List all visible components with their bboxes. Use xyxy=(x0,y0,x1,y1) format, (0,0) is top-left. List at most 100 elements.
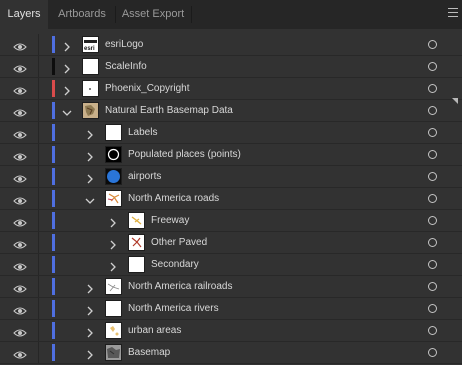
layer-name[interactable]: esriLogo xyxy=(105,34,143,55)
layer-row[interactable]: Labels xyxy=(0,122,462,144)
layer-row[interactable]: Basemap xyxy=(0,342,462,364)
lock-column-divider[interactable] xyxy=(38,298,39,319)
chevron-right-icon[interactable] xyxy=(85,303,95,316)
layer-name[interactable]: Freeway xyxy=(151,210,189,231)
eye-visibility-icon[interactable] xyxy=(13,303,27,315)
layer-row[interactable]: urban areas xyxy=(0,320,462,342)
eye-visibility-icon[interactable] xyxy=(13,259,27,271)
layer-row[interactable]: North America railroads xyxy=(0,276,462,298)
target-circle-icon[interactable] xyxy=(428,40,437,49)
chevron-right-icon[interactable] xyxy=(62,39,72,52)
layer-name[interactable]: Phoenix_Copyright xyxy=(105,78,190,99)
eye-visibility-icon[interactable] xyxy=(13,237,27,249)
lock-column-divider[interactable] xyxy=(38,232,39,253)
target-circle-icon[interactable] xyxy=(428,304,437,313)
target-circle-icon[interactable] xyxy=(428,282,437,291)
layer-name[interactable]: ScaleInfo xyxy=(105,56,147,77)
layer-name[interactable]: Basemap xyxy=(128,342,170,363)
chevron-right-icon[interactable] xyxy=(85,171,95,184)
layer-row[interactable]: airports xyxy=(0,166,462,188)
target-circle-icon[interactable] xyxy=(428,150,437,159)
lock-column-divider[interactable] xyxy=(38,166,39,187)
target-circle-icon[interactable] xyxy=(428,238,437,247)
target-circle-icon[interactable] xyxy=(428,106,437,115)
layer-thumbnail xyxy=(105,322,122,339)
lock-column-divider[interactable] xyxy=(38,320,39,341)
target-circle-icon[interactable] xyxy=(428,216,437,225)
lock-column-divider[interactable] xyxy=(38,342,39,363)
layer-thumbnail: esri xyxy=(82,36,99,53)
layer-row[interactable]: North America roads xyxy=(0,188,462,210)
lock-column-divider[interactable] xyxy=(38,100,39,121)
layer-row[interactable]: Other Paved xyxy=(0,232,462,254)
selection-corner-indicator xyxy=(452,98,458,104)
chevron-right-icon[interactable] xyxy=(108,237,118,250)
target-circle-icon[interactable] xyxy=(428,172,437,181)
target-circle-icon[interactable] xyxy=(428,260,437,269)
chevron-right-icon[interactable] xyxy=(108,259,118,272)
layer-color-indicator xyxy=(52,102,55,119)
chevron-right-icon[interactable] xyxy=(85,149,95,162)
eye-visibility-icon[interactable] xyxy=(13,149,27,161)
chevron-down-icon[interactable] xyxy=(85,193,95,204)
layer-name[interactable]: urban areas xyxy=(128,320,181,341)
eye-visibility-icon[interactable] xyxy=(13,171,27,183)
layer-name[interactable]: North America rivers xyxy=(128,298,219,319)
eye-visibility-icon[interactable] xyxy=(13,61,27,73)
lock-column-divider[interactable] xyxy=(38,188,39,209)
layer-name[interactable]: North America railroads xyxy=(128,276,232,297)
target-circle-icon[interactable] xyxy=(428,348,437,357)
target-circle-icon[interactable] xyxy=(428,84,437,93)
target-circle-icon[interactable] xyxy=(428,128,437,137)
chevron-right-icon[interactable] xyxy=(85,325,95,338)
target-circle-icon[interactable] xyxy=(428,326,437,335)
layer-name[interactable]: North America roads xyxy=(128,188,219,209)
layer-row[interactable]: ScaleInfo xyxy=(0,56,462,78)
eye-visibility-icon[interactable] xyxy=(13,105,27,117)
chevron-right-icon[interactable] xyxy=(108,215,118,228)
layer-name[interactable]: Populated places (points) xyxy=(128,144,241,165)
layer-name[interactable]: airports xyxy=(128,166,161,187)
eye-visibility-icon[interactable] xyxy=(13,325,27,337)
layer-row[interactable]: Secondary xyxy=(0,254,462,276)
eye-visibility-icon[interactable] xyxy=(13,281,27,293)
tab-artboards[interactable]: Artboards xyxy=(50,0,114,29)
lock-column-divider[interactable] xyxy=(38,78,39,99)
target-circle-icon[interactable] xyxy=(428,62,437,71)
lock-column-divider[interactable] xyxy=(38,56,39,77)
eye-visibility-icon[interactable] xyxy=(13,193,27,205)
target-circle-icon[interactable] xyxy=(428,194,437,203)
layer-row[interactable]: Natural Earth Basemap Data xyxy=(0,100,462,122)
lock-column-divider[interactable] xyxy=(38,210,39,231)
lock-column-divider[interactable] xyxy=(38,254,39,275)
lock-column-divider[interactable] xyxy=(38,276,39,297)
layer-thumbnail xyxy=(128,212,145,229)
eye-visibility-icon[interactable] xyxy=(13,127,27,139)
layer-row[interactable]: North America rivers xyxy=(0,298,462,320)
tab-layers[interactable]: Layers xyxy=(0,0,48,29)
layer-thumbnail xyxy=(105,190,122,207)
layer-row[interactable]: Freeway xyxy=(0,210,462,232)
layer-row[interactable]: esri esriLogo xyxy=(0,34,462,56)
eye-visibility-icon[interactable] xyxy=(13,215,27,227)
layer-name[interactable]: Labels xyxy=(128,122,157,143)
chevron-right-icon[interactable] xyxy=(62,83,72,96)
layer-name[interactable]: Other Paved xyxy=(151,232,207,253)
eye-visibility-icon[interactable] xyxy=(13,83,27,95)
layer-row[interactable]: Populated places (points) xyxy=(0,144,462,166)
layer-name[interactable]: Natural Earth Basemap Data xyxy=(105,100,233,121)
layer-row[interactable]: Phoenix_Copyright xyxy=(0,78,462,100)
tab-asset-export[interactable]: Asset Export xyxy=(116,0,190,29)
chevron-right-icon[interactable] xyxy=(62,61,72,74)
eye-visibility-icon[interactable] xyxy=(13,39,27,51)
lock-column-divider[interactable] xyxy=(38,122,39,143)
lock-column-divider[interactable] xyxy=(38,144,39,165)
lock-column-divider[interactable] xyxy=(38,34,39,55)
chevron-right-icon[interactable] xyxy=(85,281,95,294)
layer-color-indicator xyxy=(52,322,55,339)
layer-name[interactable]: Secondary xyxy=(151,254,199,275)
chevron-right-icon[interactable] xyxy=(85,127,95,140)
layer-color-indicator xyxy=(52,300,55,317)
hamburger-menu-icon[interactable] xyxy=(448,8,458,18)
chevron-down-icon[interactable] xyxy=(62,105,72,116)
